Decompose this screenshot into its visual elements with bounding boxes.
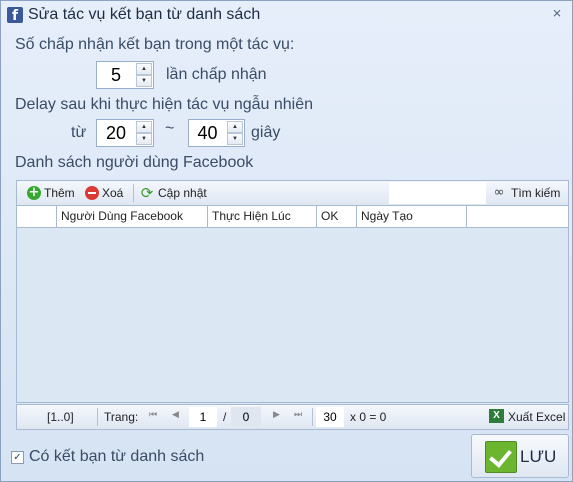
accept-count-label: Số chấp nhận kết bạn trong một tác vụ: <box>15 36 295 53</box>
toolbar-divider <box>133 184 134 202</box>
column-header-extra[interactable] <box>467 206 568 227</box>
checkmark-icon <box>485 441 517 473</box>
window-title: Sửa tác vụ kết bạn từ danh sách <box>28 6 261 23</box>
spin-down-button[interactable]: ▼ <box>136 75 152 87</box>
column-header-created-date[interactable]: Ngày Tạo <box>357 206 467 227</box>
delay-to-value[interactable]: 40 <box>189 120 226 146</box>
prev-page-icon[interactable]: ◀ <box>172 410 179 420</box>
delay-tilde: ~ <box>165 120 175 137</box>
facebook-icon: f <box>7 7 23 24</box>
binoculars-icon: ∞ <box>493 185 505 200</box>
user-table[interactable]: Người Dùng Facebook Thực Hiện Lúc OK Ngà… <box>16 205 569 403</box>
delay-from-label: từ <box>71 124 87 141</box>
first-page-icon[interactable]: ⏮ <box>149 410 157 420</box>
delay-label: Delay sau khi thực hiện tác vụ ngẫu nhiê… <box>15 96 314 113</box>
next-page-icon[interactable]: ▶ <box>273 410 280 420</box>
spin-up-button[interactable]: ▲ <box>136 63 152 75</box>
save-label: LƯU <box>520 447 557 466</box>
delay-to-spinner[interactable]: 40 ▲ ▼ <box>188 119 245 147</box>
search-button[interactable]: ∞ Tìm kiếm <box>490 184 561 202</box>
add-from-list-label: Có kết bạn từ danh sách <box>29 448 205 465</box>
spin-up-button[interactable]: ▲ <box>227 121 243 133</box>
add-button[interactable]: + Thêm <box>27 184 75 202</box>
dialog-window: f Sửa tác vụ kết bạn từ danh sách ⨯ Số c… <box>0 0 573 482</box>
search-label: Tìm kiếm <box>511 186 561 200</box>
spin-down-button[interactable]: ▼ <box>136 133 152 145</box>
update-label: Cập nhật <box>158 186 207 200</box>
pager-divider <box>312 408 313 426</box>
excel-icon: X <box>489 409 504 423</box>
accept-unit-label: lần chấp nhận <box>166 66 267 83</box>
update-button[interactable]: ⟳ Cập nhật <box>139 184 207 202</box>
refresh-icon: ⟳ <box>140 184 154 202</box>
save-button[interactable]: LƯU <box>471 434 569 478</box>
add-label: Thêm <box>44 186 75 200</box>
last-page-icon[interactable]: ⏭ <box>294 410 302 420</box>
search-input[interactable] <box>389 182 486 204</box>
column-header-executed-at[interactable]: Thực Hiện Lúc <box>208 206 317 227</box>
pager-bar: [1..0] Trang: ⏮ ◀ 1 / 0 ▶ ⏭ 30 x 0 = 0 X… <box>16 404 569 430</box>
pager-range: [1..0] <box>47 410 74 424</box>
list-toolbar: + Thêm Xoá ⟳ Cập nhật ∞ Tìm kiếm <box>16 180 569 206</box>
column-header-select[interactable] <box>17 206 57 227</box>
page-slash: / <box>223 410 227 424</box>
user-list-label: Danh sách người dùng Facebook <box>15 154 254 171</box>
plus-circle-icon: + <box>27 185 41 200</box>
pager-formula: x 0 = 0 <box>350 410 387 424</box>
export-excel-button[interactable]: Xuất Excel <box>508 410 565 424</box>
title-bar: f Sửa tác vụ kết bạn từ danh sách ⨯ <box>1 1 572 29</box>
delay-from-spinner[interactable]: 20 ▲ ▼ <box>96 119 154 147</box>
spin-up-button[interactable]: ▲ <box>136 121 152 133</box>
delete-label: Xoá <box>102 186 124 200</box>
add-from-list-checkbox[interactable]: ✓ <box>11 451 24 464</box>
page-size-input[interactable]: 30 <box>316 407 344 427</box>
accept-count-value[interactable]: 5 <box>97 62 135 88</box>
delay-from-value[interactable]: 20 <box>97 120 135 146</box>
table-header: Người Dùng Facebook Thực Hiện Lúc OK Ngà… <box>17 206 568 228</box>
column-header-ok[interactable]: OK <box>317 206 357 227</box>
accept-count-spinner[interactable]: 5 ▲ ▼ <box>96 61 154 89</box>
delay-unit-label: giây <box>251 124 281 141</box>
delete-button[interactable]: Xoá <box>85 184 123 202</box>
page-number-input[interactable]: 1 <box>189 407 217 427</box>
page-label: Trang: <box>104 410 139 424</box>
total-pages: 0 <box>231 407 261 427</box>
close-button[interactable]: ⨯ <box>550 6 564 20</box>
minus-circle-icon <box>85 186 99 200</box>
column-header-facebook-user[interactable]: Người Dùng Facebook <box>57 206 208 227</box>
pager-divider <box>97 408 98 426</box>
spin-down-button[interactable]: ▼ <box>227 133 243 145</box>
